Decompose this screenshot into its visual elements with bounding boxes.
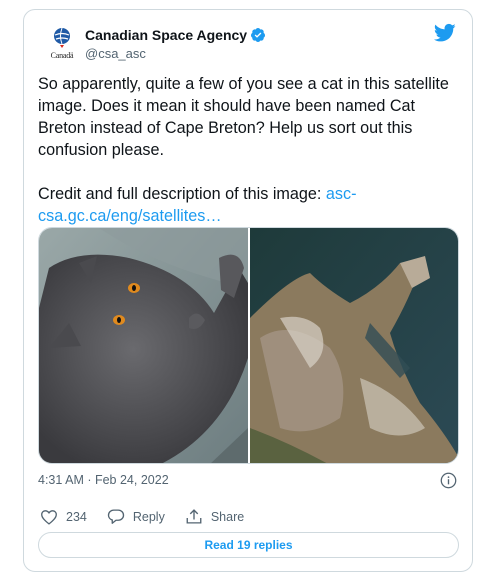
globe-icon [54,27,70,48]
avatar[interactable]: Canadä [42,25,82,65]
tweet-body: So apparently, quite a few of you see a … [38,75,449,203]
tweet-timestamp[interactable]: 4:31 AM · Feb 24, 2022 [38,473,169,487]
reply-icon [107,509,125,524]
share-label: Share [210,509,245,524]
display-name[interactable]: Canadian Space Agency [85,27,247,43]
share-button[interactable]: Share [185,508,244,525]
reply-button[interactable]: Reply [107,508,165,525]
like-button[interactable]: 234 [40,509,87,525]
like-count: 234 [66,509,87,524]
tweet-card: Canadä Canadian Space Agency @csa_asc So… [23,9,473,572]
satellite-image[interactable] [249,228,458,463]
info-icon[interactable] [440,472,457,489]
media-grid [38,227,459,464]
action-bar: 234 Reply Share [40,508,264,525]
reply-label: Reply [132,509,165,524]
verified-badge-icon [251,28,266,42]
share-icon [186,509,202,524]
author-handle[interactable]: @csa_asc [85,46,146,61]
tweet-text: So apparently, quite a few of you see a … [38,73,458,227]
cat-photo[interactable] [39,228,248,463]
read-replies-button[interactable]: Read 19 replies [38,532,459,558]
heart-icon [41,509,57,525]
twitter-bird-icon[interactable] [434,23,456,43]
author-name-row[interactable]: Canadian Space Agency [85,27,266,43]
avatar-wordmark: Canadä [50,51,74,60]
